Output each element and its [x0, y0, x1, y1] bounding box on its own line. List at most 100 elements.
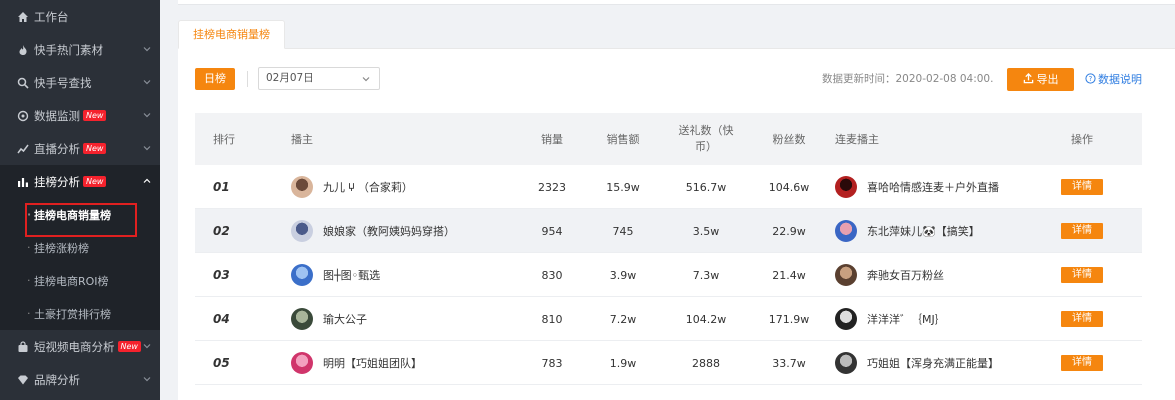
fans-cell: 21.4w [772, 268, 806, 282]
highlight-box [25, 203, 137, 237]
chevron-down-icon [143, 377, 151, 382]
header-fans: 粉丝数 [772, 133, 806, 146]
detail-button[interactable]: 详情 [1061, 223, 1103, 239]
sidebar-sub-item-roi-rank[interactable]: 挂榜电商ROI榜 [0, 264, 160, 297]
avatar [291, 176, 313, 198]
export-label: 导出 [1036, 73, 1059, 86]
help-label: 数据说明 [1098, 73, 1142, 86]
rank-cell: 04 [213, 312, 230, 326]
table-row: 05 明明【巧姐姐团队】 783 1.9w 2888 33.7w 巧姐姐【浑身充满正能量】 详… [195, 341, 1142, 385]
sidebar-item-label: 品牌分析 [34, 372, 80, 387]
main-content: 挂榜电商销量榜 日榜 02月07日 数据更新时间：2020-02-08 04:0… [178, 0, 1175, 400]
sidebar-sub-item-reward-rank[interactable]: 土豪打赏排行榜 [0, 297, 160, 330]
sidebar-sub-item-label: 挂榜涨粉榜 [34, 241, 89, 255]
date-select[interactable]: 02月07日 [258, 67, 380, 90]
table-body: 01 九儿 🝘 （合家莉） 2323 15.9w 516.7w 104.6w 喜哈哈情感连麦… [195, 165, 1142, 385]
sidebar-item-brand-analysis[interactable]: 品牌分析 [0, 363, 160, 396]
revenue-cell: 3.9w [609, 268, 637, 282]
header-action: 操作 [1071, 133, 1093, 146]
detail-button[interactable]: 详情 [1061, 311, 1103, 327]
sidebar-item-data-monitor[interactable]: 数据监测 New [0, 99, 160, 132]
linked-anchor-cell[interactable]: 东北萍妹儿🐼【搞笑】 [835, 209, 980, 253]
daily-rank-button[interactable]: 日榜 [195, 68, 235, 90]
table-row: 02 娘娘家（教阿姨妈妈穿搭） 954 745 3.5w 22.9w 东北萍妹儿🐼【搞笑】 详… [195, 209, 1142, 253]
sidebar-item-workbench[interactable]: 工作台 [0, 0, 160, 33]
anchor-name: 瑜大公子 [323, 313, 367, 326]
detail-button[interactable]: 详情 [1061, 267, 1103, 283]
trend-icon [16, 142, 30, 156]
anchor-cell[interactable]: 图┼图◦甄选 [291, 253, 380, 297]
action-cell: 详情 [1061, 209, 1103, 253]
update-time: 数据更新时间：2020-02-08 04:00. [822, 73, 994, 85]
sales-cell: 954 [541, 224, 563, 238]
header-gifts-line2: 币） [695, 140, 717, 153]
sidebar-item-short-video-ecommerce[interactable]: 短视频电商分析 New [0, 330, 160, 363]
revenue-cell: 7.2w [609, 312, 637, 326]
data-help-link[interactable]: ? 数据说明 [1085, 71, 1142, 87]
gifts-cell: 7.3w [692, 268, 720, 282]
header-revenue: 销售额 [606, 133, 640, 146]
sidebar-item-hot-material[interactable]: 快手热门素材 [0, 33, 160, 66]
anchor-cell[interactable]: 娘娘家（教阿姨妈妈穿搭） [291, 209, 455, 253]
avatar [835, 176, 857, 198]
sidebar-item-label: 挂榜分析 [34, 174, 80, 189]
action-cell: 详情 [1061, 253, 1103, 297]
chevron-up-icon [143, 178, 151, 183]
sidebar-item-label: 快手号查找 [34, 75, 92, 90]
linked-anchor-name: 喜哈哈情感连麦＋户外直播 [867, 181, 999, 194]
sales-cell: 783 [541, 356, 563, 370]
table-header: 排行 播主 销量 销售额 送礼数（快 币） 粉丝数 连麦播主 操作 [195, 113, 1142, 165]
fire-icon [16, 43, 30, 57]
revenue-cell: 745 [612, 224, 634, 238]
sales-cell: 830 [541, 268, 563, 282]
header-sales: 销量 [541, 133, 563, 146]
anchor-cell[interactable]: 明明【巧姐姐团队】 [291, 341, 422, 385]
chevron-down-icon [362, 77, 370, 82]
avatar [291, 220, 313, 242]
linked-anchor-name: 奔驰女百万粉丝 [867, 269, 944, 282]
sidebar-item-live-analysis[interactable]: 直播分析 New [0, 132, 160, 165]
linked-anchor-cell[interactable]: 巧姐姐【浑身充满正能量】 [835, 341, 999, 385]
linked-anchor-cell[interactable]: 洋洋洋゛｛MJ｝ [835, 297, 946, 341]
export-button[interactable]: 导出 [1007, 68, 1074, 91]
sidebar-sub-item-label: 挂榜电商ROI榜 [34, 274, 109, 288]
search-icon [16, 76, 30, 90]
sidebar-item-ranking-analysis[interactable]: 挂榜分析 New [0, 165, 160, 198]
ranking-table: 排行 播主 销量 销售额 送礼数（快 币） 粉丝数 连麦播主 操作 01 九儿 🝘… [195, 113, 1142, 385]
avatar [835, 220, 857, 242]
linked-anchor-cell[interactable]: 喜哈哈情感连麦＋户外直播 [835, 165, 999, 209]
chevron-down-icon [143, 113, 151, 118]
anchor-name: 九儿 🝘 （合家莉） [323, 181, 413, 194]
top-strip [178, 0, 1175, 5]
action-cell: 详情 [1061, 341, 1103, 385]
detail-button[interactable]: 详情 [1061, 179, 1103, 195]
help-icon: ? [1085, 73, 1096, 84]
anchor-name: 图┼图◦甄选 [323, 269, 381, 282]
anchor-cell[interactable]: 瑜大公子 [291, 297, 367, 341]
rank-cell: 01 [213, 180, 230, 194]
avatar [835, 264, 857, 286]
new-badge: New [117, 341, 141, 352]
sidebar-item-account-search[interactable]: 快手号查找 [0, 66, 160, 99]
chevron-down-icon [143, 80, 151, 85]
header-gifts: 送礼数（快 币） [663, 113, 749, 165]
detail-button[interactable]: 详情 [1061, 355, 1103, 371]
avatar [291, 352, 313, 374]
linked-anchor-name: 东北萍妹儿🐼【搞笑】 [867, 225, 980, 238]
avatar [291, 264, 313, 286]
bar-chart-icon [16, 175, 30, 189]
svg-text:?: ? [1089, 75, 1093, 83]
tab-sales-rank[interactable]: 挂榜电商销量榜 [178, 20, 285, 49]
chevron-down-icon [143, 146, 151, 151]
table-row: 03 图┼图◦甄选 830 3.9w 7.3w 21.4w 奔驰女百万粉丝 详情 [195, 253, 1142, 297]
action-cell: 详情 [1061, 297, 1103, 341]
chevron-down-icon [143, 344, 151, 349]
linked-anchor-cell[interactable]: 奔驰女百万粉丝 [835, 253, 944, 297]
new-badge: New [83, 143, 107, 154]
header-rank: 排行 [213, 133, 235, 146]
fans-cell: 104.6w [768, 180, 810, 194]
export-icon [1023, 73, 1033, 84]
anchor-cell[interactable]: 九儿 🝘 （合家莉） [291, 165, 413, 209]
avatar [291, 308, 313, 330]
rank-cell: 03 [213, 268, 230, 282]
